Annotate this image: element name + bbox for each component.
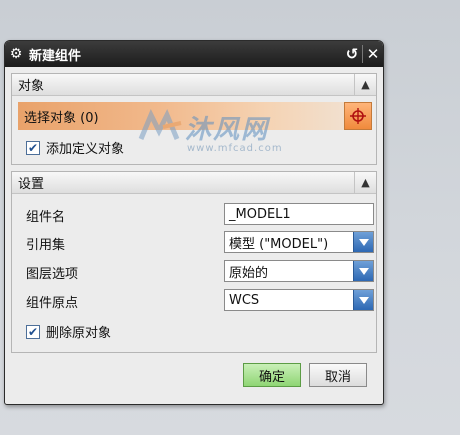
new-component-dialog: ⚙ 新建组件 ↺ ✕ 对象 ▲ 选择对象 (0) ✔ 添加定义对象 沐风网 ww…: [4, 40, 384, 405]
layer-option-value: 原始的: [229, 265, 269, 281]
reference-set-value: 模型 ("MODEL"): [229, 236, 329, 252]
add-defined-object-row[interactable]: ✔ 添加定义对象: [26, 138, 124, 157]
dialog-title: 新建组件: [29, 48, 82, 64]
add-defined-object-checkbox[interactable]: ✔: [26, 140, 40, 155]
component-name-input[interactable]: _MODEL1: [224, 203, 374, 225]
crosshair-icon: [350, 108, 366, 124]
component-origin-select[interactable]: WCS: [224, 289, 374, 311]
chevron-down-icon[interactable]: [353, 290, 373, 310]
settings-group-title: 设置: [18, 177, 45, 192]
select-object-label: 选择对象 (0): [24, 110, 99, 126]
chevron-down-icon[interactable]: [353, 261, 373, 281]
component-origin-label: 组件原点: [26, 296, 79, 311]
layer-option-select[interactable]: 原始的: [224, 260, 374, 282]
object-group-title: 对象: [18, 79, 45, 94]
ok-button[interactable]: 确定: [243, 363, 301, 387]
chevron-down-icon[interactable]: [353, 232, 373, 252]
gear-icon[interactable]: ⚙: [5, 41, 27, 67]
reference-set-select[interactable]: 模型 ("MODEL"): [224, 231, 374, 253]
close-icon[interactable]: ✕: [363, 41, 383, 67]
reference-set-label: 引用集: [26, 238, 66, 253]
crosshair-select-button[interactable]: [344, 102, 372, 130]
collapse-up-icon[interactable]: ▲: [354, 74, 376, 95]
object-group-header[interactable]: 对象 ▲: [12, 74, 376, 96]
component-name-label: 组件名: [26, 210, 66, 225]
reset-icon[interactable]: ↺: [342, 41, 362, 67]
object-group: 对象 ▲ 选择对象 (0) ✔ 添加定义对象: [11, 73, 377, 165]
add-defined-object-label: 添加定义对象: [46, 142, 125, 157]
layer-option-label: 图层选项: [26, 267, 79, 282]
delete-original-label: 删除原对象: [46, 326, 112, 341]
component-origin-value: WCS: [229, 292, 260, 308]
collapse-up-icon[interactable]: ▲: [354, 172, 376, 193]
delete-original-checkbox[interactable]: ✔: [26, 324, 40, 339]
settings-group: 设置 ▲ 组件名 _MODEL1 引用集 模型 ("MODEL") 图层选项 原…: [11, 171, 377, 353]
delete-original-row[interactable]: ✔ 删除原对象: [26, 322, 111, 341]
settings-group-header[interactable]: 设置 ▲: [12, 172, 376, 194]
cancel-button[interactable]: 取消: [309, 363, 367, 387]
select-object-row[interactable]: 选择对象 (0): [18, 102, 372, 130]
title-bar[interactable]: ⚙ 新建组件 ↺ ✕: [5, 41, 383, 67]
